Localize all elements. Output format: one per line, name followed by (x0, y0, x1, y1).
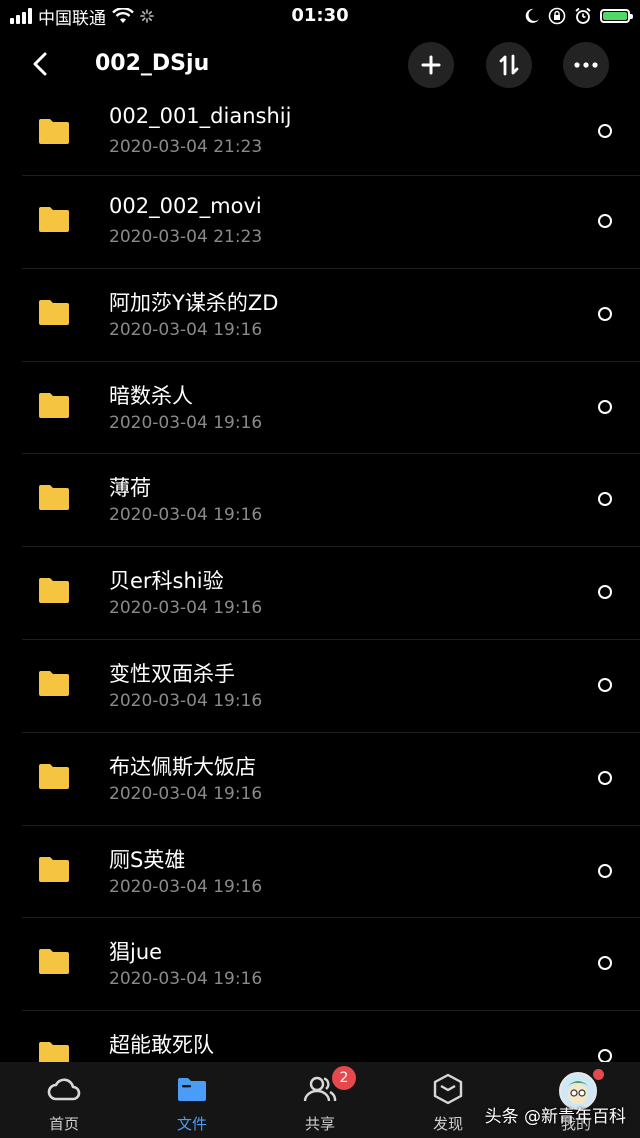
tab-label: 共享 (304, 1115, 335, 1133)
moon-icon (525, 8, 539, 23)
list-item[interactable]: 变性双面杀手 2020-03-04 19:16 (0, 640, 640, 733)
file-name: 布达佩斯大饭店 (109, 754, 256, 779)
battery-icon (600, 9, 633, 23)
select-radio[interactable] (598, 399, 612, 414)
folder-icon (39, 578, 69, 604)
folder-icon (39, 856, 69, 882)
more-button[interactable] (563, 42, 609, 88)
file-date: 2020-03-04 19:16 (109, 969, 263, 990)
back-button[interactable] (22, 46, 58, 82)
file-date: 2020-03-04 19:16 (109, 598, 263, 619)
file-date: 2020-03-04 19:16 (109, 412, 263, 433)
plus-icon (421, 55, 441, 75)
select-radio[interactable] (598, 492, 612, 507)
folder-icon (39, 763, 69, 789)
file-name: 超能敢死队 (109, 1033, 214, 1058)
folder-icon (39, 207, 69, 232)
file-list: 002_001_dianshij 2020-03-04 21:23 002_00… (0, 86, 640, 1062)
file-date: 2020-03-04 19:16 (109, 876, 263, 897)
cube-icon (430, 1072, 466, 1106)
file-name: 阿加莎Y谋杀的ZD (109, 290, 279, 315)
tab-share[interactable]: 2 共享 (256, 1062, 384, 1138)
file-date: 2020-03-04 19:16 (109, 690, 263, 711)
select-radio[interactable] (598, 956, 612, 971)
tab-home[interactable]: 首页 (0, 1062, 128, 1138)
folder-icon (39, 119, 69, 144)
list-item[interactable]: 贝er科shi验 2020-03-04 19:16 (0, 547, 640, 640)
select-radio[interactable] (598, 770, 612, 785)
select-radio[interactable] (598, 306, 612, 321)
folder-icon (39, 670, 69, 696)
file-date: 2020-03-04 21:23 (109, 137, 263, 157)
select-radio[interactable] (598, 863, 612, 878)
file-name: 贝er科shi验 (109, 569, 224, 594)
sort-button[interactable] (486, 42, 532, 88)
file-name: 厕S英雄 (109, 847, 186, 872)
file-name: 暗数杀人 (109, 383, 193, 408)
notification-badge: 2 (332, 1066, 356, 1090)
file-name: 002_002_movi (109, 194, 262, 218)
folder-icon (39, 949, 69, 975)
page-title: 002_DSju (95, 51, 210, 76)
folder-icon (39, 1042, 69, 1062)
folder-icon (39, 485, 69, 511)
tab-label: 首页 (48, 1115, 79, 1133)
file-date: 2020-03-04 19:16 (109, 783, 263, 804)
file-name: 猖jue (109, 940, 163, 965)
add-button[interactable] (408, 42, 454, 88)
list-item[interactable]: 002_001_dianshij 2020-03-04 21:23 (0, 86, 640, 176)
orientation-lock-icon (548, 7, 566, 25)
file-name: 002_001_dianshij (109, 104, 292, 128)
list-item[interactable]: 薄荷 2020-03-04 19:16 (0, 454, 640, 548)
alarm-icon (575, 7, 591, 24)
sort-arrows-icon (499, 54, 519, 76)
list-item[interactable]: 猖jue 2020-03-04 19:16 (0, 918, 640, 1012)
list-item[interactable]: 布达佩斯大饭店 2020-03-04 19:16 (0, 733, 640, 826)
file-date: 2020-03-04 19:16 (109, 319, 263, 340)
tab-label: 文件 (176, 1115, 207, 1133)
file-name: 薄荷 (109, 476, 151, 501)
file-date: 2020-03-04 19:16 (109, 505, 263, 526)
list-item[interactable]: 厕S英雄 2020-03-04 19:16 (0, 826, 640, 919)
folder-icon (174, 1072, 210, 1106)
select-radio[interactable] (598, 585, 612, 600)
list-item[interactable]: 暗数杀人 2020-03-04 19:16 (0, 362, 640, 455)
status-right (524, 4, 633, 28)
watermark: 头条 @新青年百科 (484, 1107, 626, 1127)
notification-dot (593, 1069, 604, 1080)
folder-icon (39, 392, 69, 418)
select-radio[interactable] (598, 124, 612, 138)
cloud-icon (46, 1072, 82, 1106)
list-item[interactable]: 超能敢死队 (0, 1011, 640, 1062)
folder-icon (39, 299, 69, 325)
list-item[interactable]: 002_002_movi 2020-03-04 21:23 (0, 176, 640, 269)
tab-files[interactable]: 文件 (128, 1062, 256, 1138)
file-date: 2020-03-04 21:23 (109, 227, 263, 247)
chevron-left-icon (33, 52, 47, 76)
status-bar: 中国联通 01:30 (0, 0, 640, 34)
file-name: 变性双面杀手 (109, 661, 235, 686)
select-radio[interactable] (598, 1049, 612, 1062)
select-radio[interactable] (598, 214, 612, 228)
list-item[interactable]: 阿加莎Y谋杀的ZD 2020-03-04 19:16 (0, 269, 640, 362)
select-radio[interactable] (598, 677, 612, 692)
more-dots-icon (574, 62, 598, 68)
